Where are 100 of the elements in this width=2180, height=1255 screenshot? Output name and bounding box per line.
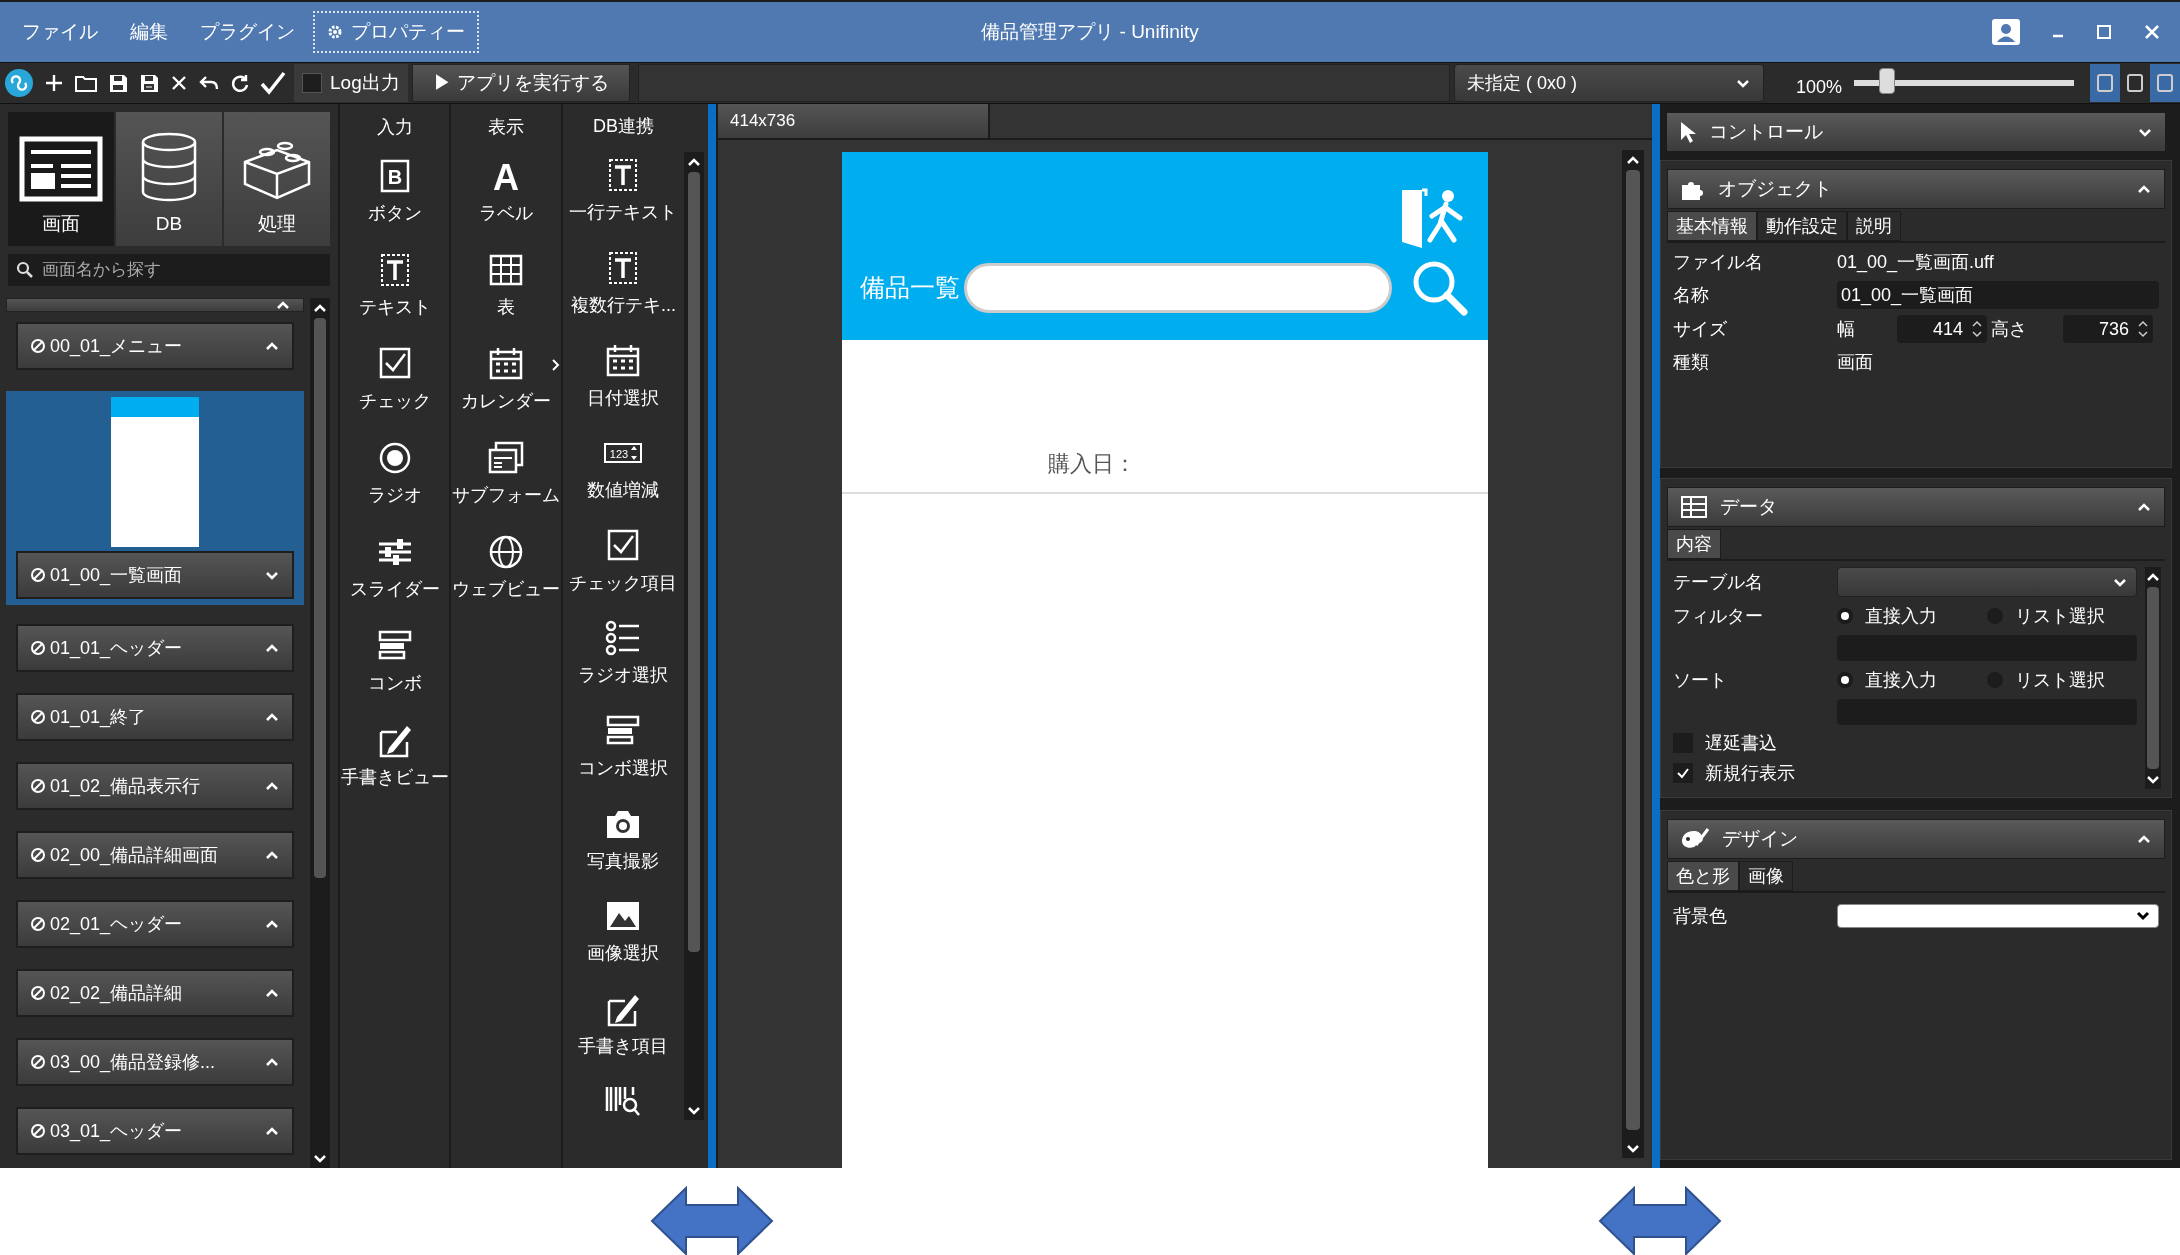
chevron-icon[interactable]	[264, 780, 280, 792]
run-app-button[interactable]: ▶ アプリを実行する	[411, 64, 630, 102]
menu-item[interactable]: ファイル	[8, 11, 112, 53]
chevron-icon[interactable]	[686, 1104, 702, 1116]
screen-item[interactable]: 02_02_備品詳細	[16, 969, 294, 1017]
canvas-size-tab[interactable]: 414x736	[718, 104, 990, 138]
radio-option[interactable]: リスト選択	[1987, 602, 2137, 630]
device-select[interactable]: 未指定 ( 0x0 )	[1453, 64, 1764, 102]
palette-item[interactable]: スライダー	[340, 526, 450, 620]
panel-header[interactable]: データ	[1667, 487, 2165, 527]
chevron-icon[interactable]	[264, 849, 280, 861]
user-icon[interactable]	[1992, 19, 2020, 45]
chevron-icon[interactable]	[264, 1125, 280, 1137]
chevron-icon[interactable]	[2145, 773, 2161, 785]
log-output-checkbox[interactable]: Log出力	[294, 64, 408, 102]
screen-item[interactable]: 02_00_備品詳細画面	[16, 831, 294, 879]
logo-icon[interactable]	[4, 68, 34, 98]
palette-item[interactable]: 手書きビュー	[340, 714, 450, 808]
radio-option[interactable]: 直接入力	[1837, 666, 1987, 694]
palette-item[interactable]: チェック	[340, 338, 450, 432]
refresh-icon[interactable]	[229, 72, 251, 94]
palette-item[interactable]: コンボ選択	[562, 704, 684, 798]
chevron-icon[interactable]	[1625, 154, 1641, 166]
chevron-icon[interactable]	[264, 1056, 280, 1068]
chevron-icon[interactable]	[2136, 833, 2152, 845]
screen-item[interactable]: 01_01_終了	[16, 693, 294, 741]
palette-item[interactable]: サブフォーム	[451, 432, 561, 526]
screen-item[interactable]: 00_01_メニュー	[16, 322, 294, 370]
palette-item[interactable]: チェック項目	[562, 519, 684, 613]
radio-option[interactable]: 直接入力	[1837, 602, 1987, 630]
palette-item[interactable]: 一行テキスト	[562, 149, 684, 242]
chevron-icon[interactable]	[1625, 1142, 1641, 1154]
chevron-icon[interactable]	[686, 156, 702, 168]
property-tab[interactable]: 色と形	[1667, 861, 1739, 891]
checkbox-option[interactable]: 遅延書込	[1673, 731, 2137, 755]
screen-item[interactable]: 02_01_ヘッダー	[16, 900, 294, 948]
chevron-icon[interactable]	[312, 302, 328, 314]
maximize-icon[interactable]	[2096, 24, 2112, 40]
panel-tab[interactable]: DB	[116, 112, 222, 246]
chevron-icon[interactable]	[2145, 571, 2161, 583]
menu-item[interactable]: プロパティー	[313, 11, 479, 53]
save-icon[interactable]	[107, 72, 129, 94]
scrollbar[interactable]	[1622, 150, 1644, 1158]
property-tab[interactable]: 内容	[1667, 529, 1721, 559]
menu-item[interactable]: プラグイン	[186, 11, 309, 53]
menu-item[interactable]: 編集	[116, 11, 182, 53]
screen-item[interactable]: 01_01_ヘッダー	[16, 624, 294, 672]
palette-item[interactable]: カレンダー	[451, 338, 561, 432]
palette-item[interactable]: ウェブビュー	[451, 526, 561, 620]
checkmark-icon[interactable]	[260, 71, 286, 95]
panel-tab[interactable]: 画面	[8, 112, 114, 246]
chevron-icon[interactable]	[264, 569, 280, 581]
chevron-right-icon[interactable]	[550, 358, 561, 372]
chevron-icon[interactable]	[2136, 501, 2152, 513]
scrollbar[interactable]	[684, 152, 704, 1120]
panel-header[interactable]: コントロール	[1666, 112, 2166, 152]
palette-item[interactable]: 複数行テキ...	[562, 241, 684, 335]
screen-item[interactable]: 03_00_備品登録修...	[16, 1038, 294, 1086]
chevron-icon[interactable]	[1734, 77, 1751, 89]
chevron-icon[interactable]	[264, 918, 280, 930]
chevron-icon[interactable]	[275, 299, 291, 311]
background-color-select[interactable]	[1837, 904, 2159, 928]
search-field[interactable]	[964, 263, 1392, 313]
scrollbar[interactable]	[310, 298, 330, 1168]
palette-item[interactable]: ラジオ選択	[562, 612, 684, 705]
screen-search-field[interactable]: 画面名から探す	[8, 254, 330, 286]
palette-item[interactable]: B ボタン	[340, 150, 450, 244]
chevron-icon[interactable]	[264, 987, 280, 999]
radio-option[interactable]: リスト選択	[1987, 666, 2137, 694]
property-tab[interactable]: 動作設定	[1757, 211, 1847, 241]
plus-icon[interactable]	[43, 72, 65, 94]
scrollbar[interactable]	[2145, 567, 2161, 789]
palette-item[interactable]: 写真撮影	[562, 797, 684, 891]
chevron-icon[interactable]	[264, 340, 280, 352]
palette-item[interactable]: 画像選択	[562, 890, 684, 983]
chevron-icon[interactable]	[264, 711, 280, 723]
panel-header[interactable]: オブジェクト	[1667, 169, 2165, 209]
save-as-icon[interactable]	[138, 72, 160, 94]
property-tab[interactable]: 基本情報	[1667, 211, 1757, 241]
screen-item[interactable]: 03_01_ヘッダー	[16, 1107, 294, 1155]
chevron-icon[interactable]	[2136, 183, 2152, 195]
chevron-icon[interactable]	[2137, 126, 2153, 138]
palette-item[interactable]: コンボ	[340, 620, 450, 714]
name-field[interactable]: 01_00_一覧画面	[1837, 281, 2159, 309]
palette-item[interactable]: テキスト	[340, 244, 450, 338]
chevron-icon[interactable]	[264, 642, 280, 654]
number-spinner[interactable]: 414	[1897, 315, 1987, 343]
palette-item[interactable]: 日付選択	[562, 334, 684, 428]
palette-item[interactable]: ラジオ	[340, 432, 450, 526]
screen-item[interactable]: 01_00_一覧画面	[16, 551, 294, 599]
chevron-icon[interactable]	[312, 1152, 328, 1164]
screen-item[interactable]: 01_02_備品表示行	[16, 762, 294, 810]
checkbox-option[interactable]: 新規行表示	[1673, 761, 2137, 785]
palette-item[interactable]: 手書き項目	[562, 982, 684, 1076]
panel-header[interactable]: デザイン	[1667, 819, 2165, 859]
property-tab[interactable]: 画像	[1739, 861, 1793, 891]
panel-tab[interactable]: 処理	[224, 112, 330, 246]
property-tab[interactable]: 説明	[1847, 211, 1901, 241]
palette-item[interactable]: 表	[451, 244, 561, 338]
number-spinner[interactable]: 736	[2063, 315, 2153, 343]
